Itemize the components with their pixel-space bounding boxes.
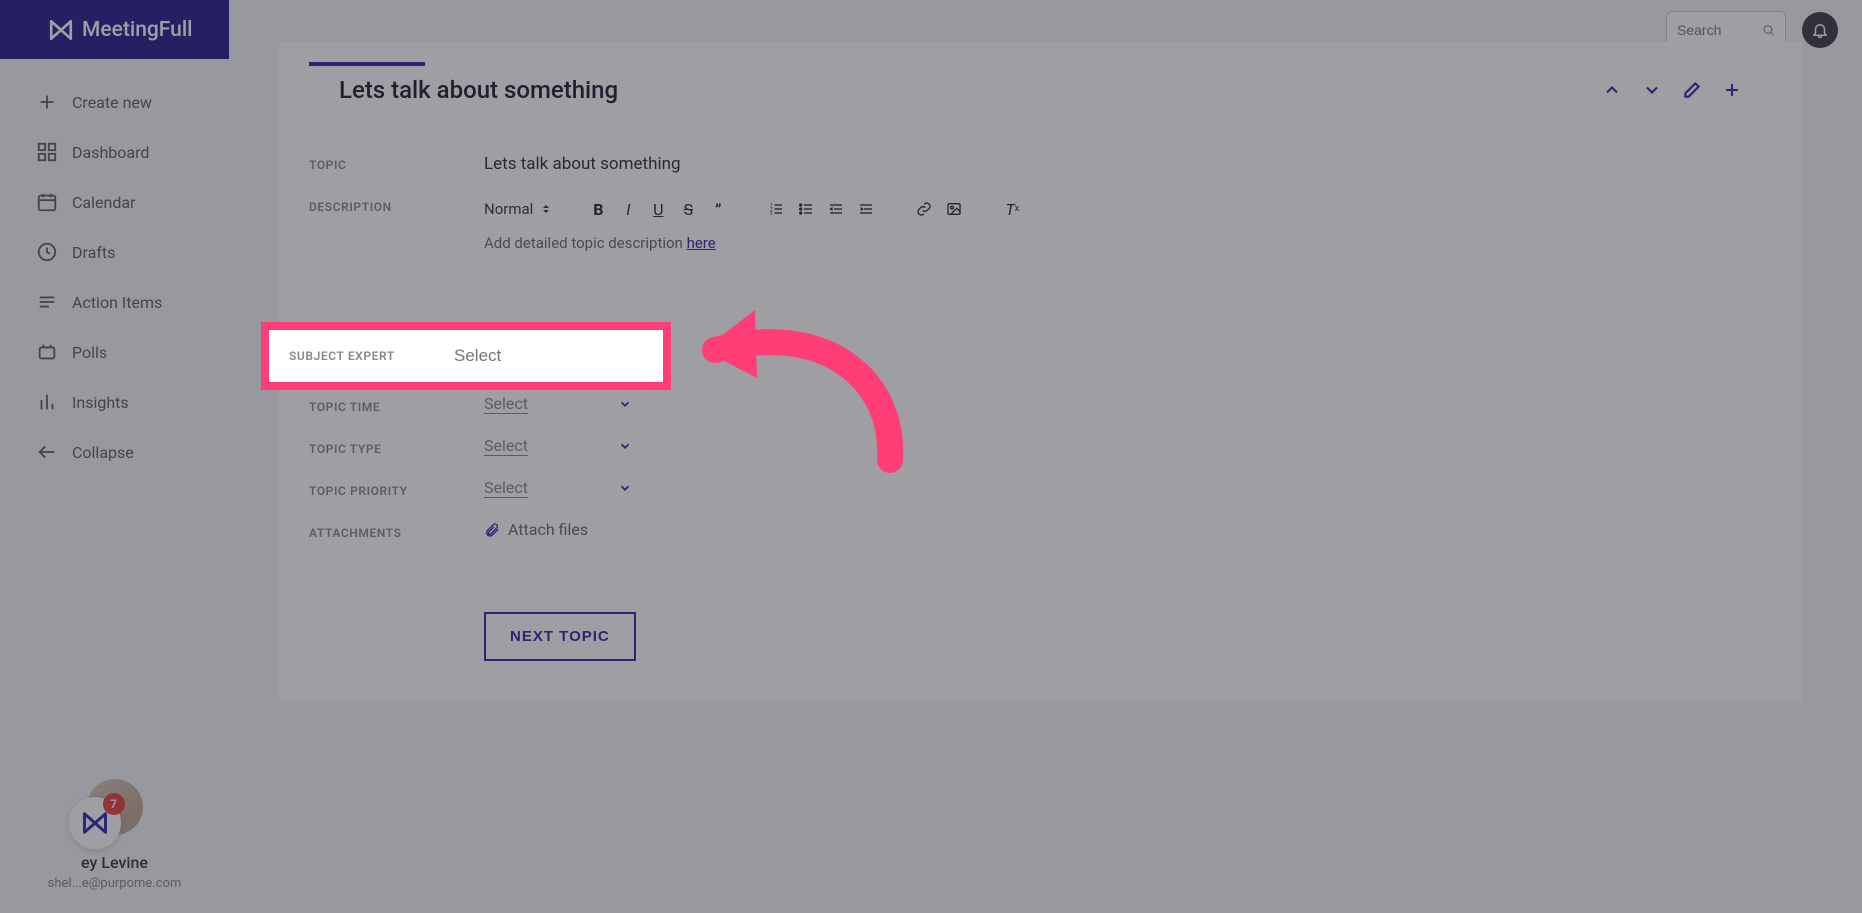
italic-button[interactable]: I	[615, 196, 641, 222]
label-topic: TOPIC	[309, 154, 484, 172]
bold-button[interactable]: B	[585, 196, 611, 222]
unordered-list-button[interactable]	[793, 196, 819, 222]
editor-placeholder-text: Add detailed topic description	[484, 234, 687, 252]
sidebar-item-dashboard[interactable]: Dashboard	[0, 127, 229, 177]
select-text: Select	[484, 436, 528, 456]
sidebar-item-calendar[interactable]: Calendar	[0, 177, 229, 227]
editor-area[interactable]: Add detailed topic description here	[484, 234, 1772, 252]
sidebar-item-label: Polls	[72, 343, 107, 362]
editor-placeholder-link[interactable]: here	[687, 234, 716, 252]
attach-files-button[interactable]: Attach files	[484, 520, 1772, 539]
user-block: 7 ey Levine shel...e@purpome.com	[0, 779, 229, 891]
sidebar-item-label: Insights	[72, 393, 129, 412]
sidebar: MeetingFull Create new Dashboard Calenda…	[0, 0, 229, 913]
nav: Create new Dashboard Calendar Drafts Act…	[0, 59, 229, 477]
logo-text: MeetingFull	[82, 18, 193, 42]
collapse-button[interactable]: Collapse	[0, 427, 229, 477]
chevron-up-icon[interactable]	[1602, 80, 1622, 100]
logo[interactable]: MeetingFull	[0, 0, 229, 59]
underline-button[interactable]: U	[645, 196, 671, 222]
label-attachments: ATTACHMENTS	[309, 520, 484, 540]
user-name: ey Levine	[0, 853, 229, 872]
next-topic-button[interactable]: NEXT TOPIC	[484, 612, 636, 661]
sidebar-item-label: Calendar	[72, 193, 135, 212]
quote-button[interactable]: ”	[705, 196, 731, 222]
sidebar-item-label: Action Items	[72, 293, 162, 312]
clear-format-button[interactable]: Tx	[999, 196, 1025, 222]
topic-value[interactable]: Lets talk about something	[484, 154, 1772, 174]
subject-expert-input[interactable]	[454, 346, 624, 366]
calendar-icon	[36, 191, 58, 213]
subject-expert-row-highlight: SUBJECT EXPERT	[261, 322, 671, 390]
paperclip-icon	[484, 522, 500, 538]
svg-text:3: 3	[770, 210, 773, 216]
label-topic-priority: TOPIC PRIORITY	[309, 478, 484, 498]
arrow-left-icon	[36, 441, 58, 463]
sidebar-item-drafts[interactable]: Drafts	[0, 227, 229, 277]
plus-icon[interactable]	[1722, 80, 1742, 100]
create-new-button[interactable]: Create new	[0, 77, 229, 127]
plus-icon	[36, 91, 58, 113]
edit-icon[interactable]	[1682, 80, 1702, 100]
clock-icon	[36, 241, 58, 263]
chevron-down-icon	[618, 481, 632, 495]
topic-type-select[interactable]: Select	[484, 436, 1772, 456]
ordered-list-button[interactable]: 123	[763, 196, 789, 222]
label-description: DESCRIPTION	[309, 196, 484, 214]
strike-button[interactable]: S	[675, 196, 701, 222]
select-text: Select	[484, 478, 528, 498]
sort-icon	[541, 204, 551, 214]
app-badge[interactable]: 7	[69, 797, 121, 849]
editor-style-select[interactable]: Normal	[484, 200, 581, 218]
create-label: Create new	[72, 93, 152, 112]
search-input[interactable]	[1677, 22, 1756, 38]
notifications-button[interactable]	[1802, 12, 1838, 48]
card-title: Lets talk about something	[309, 76, 618, 104]
editor-toolbar: Normal B I U S ” 123	[484, 196, 1772, 222]
sidebar-item-label: Dashboard	[72, 143, 149, 162]
sidebar-item-insights[interactable]: Insights	[0, 377, 229, 427]
outdent-button[interactable]	[823, 196, 849, 222]
bell-icon	[1811, 21, 1829, 39]
topic-priority-select[interactable]: Select	[484, 478, 1772, 498]
chevron-down-icon[interactable]	[1642, 80, 1662, 100]
indent-button[interactable]	[853, 196, 879, 222]
badge-count: 7	[103, 793, 125, 815]
user-email: shel...e@purpome.com	[0, 876, 229, 891]
attach-label: Attach files	[508, 520, 588, 539]
link-button[interactable]	[911, 196, 937, 222]
search-icon	[1762, 22, 1775, 38]
sidebar-item-polls[interactable]: Polls	[0, 327, 229, 377]
sidebar-item-action-items[interactable]: Action Items	[0, 277, 229, 327]
bars-icon	[36, 391, 58, 413]
main: Lets talk about something TOPIC Lets tal…	[279, 42, 1802, 913]
collapse-label: Collapse	[72, 443, 134, 462]
grid-icon	[36, 141, 58, 163]
logo-icon	[48, 17, 74, 43]
topic-time-select[interactable]: Select	[484, 394, 1772, 414]
image-button[interactable]	[941, 196, 967, 222]
label-topic-type: TOPIC TYPE	[309, 436, 484, 456]
poll-icon	[36, 341, 58, 363]
sidebar-item-label: Drafts	[72, 243, 115, 262]
tab-indicator	[309, 62, 425, 66]
list-icon	[36, 291, 58, 313]
app-badge-icon	[81, 809, 109, 837]
chevron-down-icon	[618, 439, 632, 453]
label-subject-expert: SUBJECT EXPERT	[289, 349, 454, 363]
editor-style-label: Normal	[484, 200, 533, 218]
